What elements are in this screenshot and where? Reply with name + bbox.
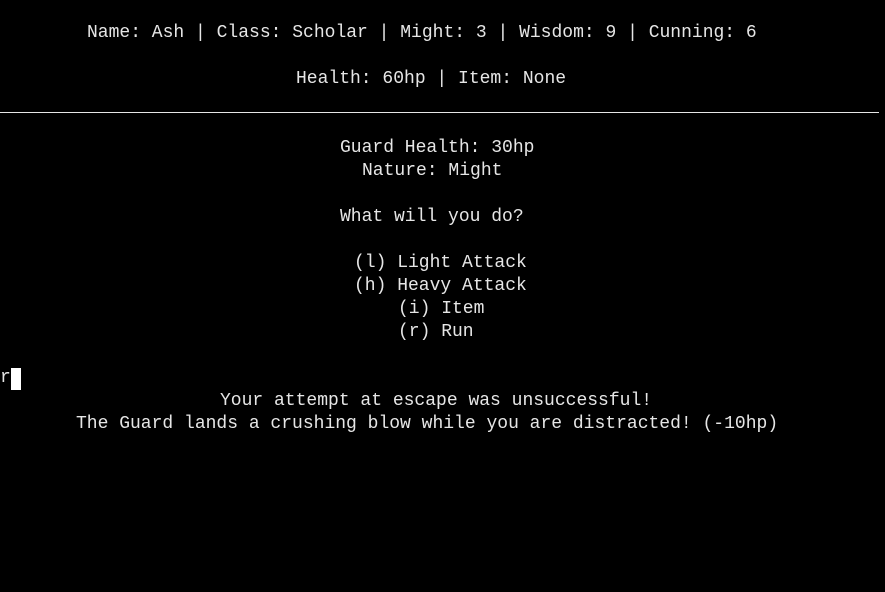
result-message: Your attempt at escape was unsuccessful! xyxy=(220,391,653,411)
option-light-attack[interactable]: (l) Light Attack xyxy=(354,252,527,275)
enemy-health: Guard Health: 30hp xyxy=(340,138,535,158)
player-health-item-line: Health: 60hp | Item: None xyxy=(296,69,567,89)
player-stats-line: Name: Ash | Class: Scholar | Might: 3 | … xyxy=(87,23,757,43)
text-cursor xyxy=(10,367,21,390)
command-input[interactable]: r xyxy=(0,367,21,390)
option-heavy-attack[interactable]: (h) Heavy Attack xyxy=(354,275,527,298)
damage-message: The Guard lands a crushing blow while yo… xyxy=(76,414,779,434)
divider xyxy=(0,112,879,113)
typed-input: r xyxy=(0,368,11,388)
option-run[interactable]: (r) Run xyxy=(398,321,474,344)
enemy-nature: Nature: Might xyxy=(362,161,503,181)
action-prompt: What will you do? xyxy=(340,207,524,227)
option-item[interactable]: (i) Item xyxy=(398,298,484,321)
